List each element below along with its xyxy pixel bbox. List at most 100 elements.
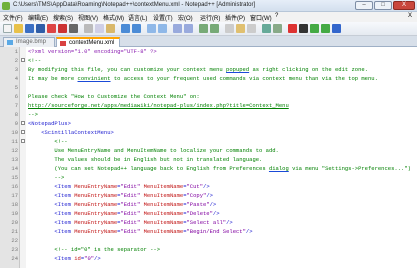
code-token: <!--	[28, 57, 42, 64]
code-line[interactable]: 15 -->	[0, 173, 417, 182]
cut-icon[interactable]	[84, 24, 93, 33]
copy-icon[interactable]	[95, 24, 104, 33]
code-line[interactable]: 23 <!-- id="0" is the separator -->	[0, 245, 417, 254]
code-token: MenuEntryName	[74, 219, 118, 226]
document-map-icon[interactable]	[273, 24, 282, 33]
menu-plugins[interactable]: 插件(P)	[225, 13, 245, 22]
menu-format[interactable]: 格式(M)	[103, 13, 124, 22]
tab-label: Image.bmp	[16, 39, 47, 45]
close-all-icon[interactable]	[58, 24, 67, 33]
code-token: <Item	[54, 183, 75, 190]
close-button[interactable]: X	[393, 1, 415, 10]
code-line[interactable]: 5	[0, 83, 417, 92]
code-text: <Item MenuEntryName="Edit" MenuItemName=…	[28, 200, 216, 209]
line-number: 22	[11, 237, 18, 244]
minimize-button[interactable]: –	[355, 1, 373, 10]
macro-play-icon[interactable]	[310, 24, 319, 33]
replace-icon[interactable]	[158, 24, 167, 33]
line-number: 15	[11, 174, 18, 181]
menu-edit[interactable]: 编辑(E)	[28, 13, 48, 22]
window-title: C:\Users\TMS\AppData\Roaming\Notepad++\c…	[13, 2, 256, 8]
fold-toggle-icon[interactable]	[21, 58, 25, 62]
save-icon[interactable]	[25, 24, 34, 33]
redo-icon[interactable]	[132, 24, 141, 33]
macro-record-icon[interactable]	[288, 24, 297, 33]
macro-stop-icon[interactable]	[299, 24, 308, 33]
print-icon[interactable]	[69, 24, 78, 33]
menu-search[interactable]: 搜索(S)	[53, 13, 73, 22]
code-line[interactable]: 2 <!--	[0, 56, 417, 65]
close-file-icon[interactable]	[47, 24, 56, 33]
code-token: "Edit"	[120, 201, 141, 208]
code-line[interactable]: 24 <Item id="0"/>	[0, 254, 417, 263]
code-token: <NotepadPlus>	[28, 120, 71, 127]
code-line[interactable]: 13 The values should be in English but n…	[0, 155, 417, 164]
tab-label: contextMenu.xml	[69, 40, 115, 46]
code-line[interactable]: 21 <Item MenuEntryName="Edit" MenuItemNa…	[0, 227, 417, 236]
code-line[interactable]: 19 <Item MenuEntryName="Edit" MenuItemNa…	[0, 209, 417, 218]
code-line[interactable]: 16 <Item MenuEntryName="Edit" MenuItemNa…	[0, 182, 417, 191]
code-line[interactable]: 14 (You can set Notepad++ language back …	[0, 164, 417, 173]
code-editor[interactable]: 1 <?xml version="1.0" encoding="UTF-8" ?>…	[0, 47, 417, 268]
show-all-characters-icon[interactable]	[236, 24, 245, 33]
code-line[interactable]: 8 -->	[0, 110, 417, 119]
code-token: <Item	[54, 228, 75, 235]
line-number: 3	[14, 66, 18, 73]
code-text: By modifying this file, you can customiz…	[28, 65, 368, 74]
code-text: -->	[28, 110, 38, 119]
code-line[interactable]: 20 <Item MenuEntryName="Edit" MenuItemNa…	[0, 218, 417, 227]
tab-image-bmp[interactable]: Image.bmp	[3, 37, 55, 47]
paste-icon[interactable]	[106, 24, 115, 33]
code-line[interactable]: 10 <ScintillaContextMenu>	[0, 128, 417, 137]
menu-macro[interactable]: 宏(O)	[178, 13, 193, 22]
code-text: <ScintillaContextMenu>	[28, 128, 114, 137]
find-icon[interactable]	[147, 24, 156, 33]
code-line[interactable]: 7 http://sourceforge.net/apps/mediawiki/n…	[0, 101, 417, 110]
code-line[interactable]: 4 It may be more convinient to access to …	[0, 74, 417, 83]
open-folder-icon[interactable]	[14, 24, 23, 33]
zoom-in-icon[interactable]	[173, 24, 182, 33]
code-text: (You can set Notepad++ language back to …	[28, 164, 410, 173]
fold-toggle-icon[interactable]	[21, 121, 25, 125]
indent-guide-icon[interactable]	[247, 24, 256, 33]
macro-save-icon[interactable]	[332, 24, 341, 33]
word-wrap-icon[interactable]	[225, 24, 234, 33]
zoom-out-icon[interactable]	[184, 24, 193, 33]
menu-run[interactable]: 运行(R)	[200, 13, 220, 22]
fold-toggle-icon[interactable]	[21, 130, 25, 134]
maximize-button[interactable]: □	[374, 1, 392, 10]
user-language-icon[interactable]	[262, 24, 271, 33]
code-line[interactable]: 18 <Item MenuEntryName="Edit" MenuItemNa…	[0, 200, 417, 209]
code-token: It may be more	[28, 75, 78, 82]
menu-window[interactable]: 窗口(W)	[250, 13, 272, 22]
undo-icon[interactable]	[121, 24, 130, 33]
save-all-icon[interactable]	[36, 24, 45, 33]
menu-view[interactable]: 视图(V)	[78, 13, 98, 22]
menu-help[interactable]: ?	[275, 13, 278, 19]
code-token: MenuEntryName	[74, 228, 118, 235]
macro-run-multiple-icon[interactable]	[321, 24, 330, 33]
code-line[interactable]: 11 <!--	[0, 137, 417, 146]
code-line[interactable]: 6 Please check "How to Customize the Cont…	[0, 92, 417, 101]
code-line[interactable]: 3 By modifying this file, you can customi…	[0, 65, 417, 74]
code-line[interactable]: 1 <?xml version="1.0" encoding="UTF-8" ?>	[0, 47, 417, 56]
line-number: 5	[14, 84, 18, 91]
code-token: "Delete"	[186, 210, 213, 217]
code-token: "Edit"	[120, 183, 141, 190]
code-line[interactable]: 17 <Item MenuEntryName="Edit" MenuItemNa…	[0, 191, 417, 200]
code-line[interactable]: 12 Use MenuEntryName and MenuItemName to…	[0, 146, 417, 155]
code-line[interactable]: 22	[0, 236, 417, 245]
tab-contextmenu-xml[interactable]: contextMenu.xml	[56, 37, 120, 47]
menu-language[interactable]: 语言(L)	[128, 13, 147, 22]
code-token: <Item	[54, 255, 75, 262]
menu-file[interactable]: 文件(F)	[3, 13, 23, 22]
sync-vertical-icon[interactable]	[199, 24, 208, 33]
fold-toggle-icon[interactable]	[21, 139, 25, 143]
menu-settings[interactable]: 设置(T)	[153, 13, 173, 22]
close-document-button[interactable]: X	[408, 13, 412, 19]
code-token: The values should be in English but not …	[54, 156, 263, 163]
sync-horizontal-icon[interactable]	[210, 24, 219, 33]
line-number: 2	[14, 57, 18, 64]
code-line[interactable]: 9 <NotepadPlus>	[0, 119, 417, 128]
new-file-icon[interactable]	[3, 24, 12, 33]
